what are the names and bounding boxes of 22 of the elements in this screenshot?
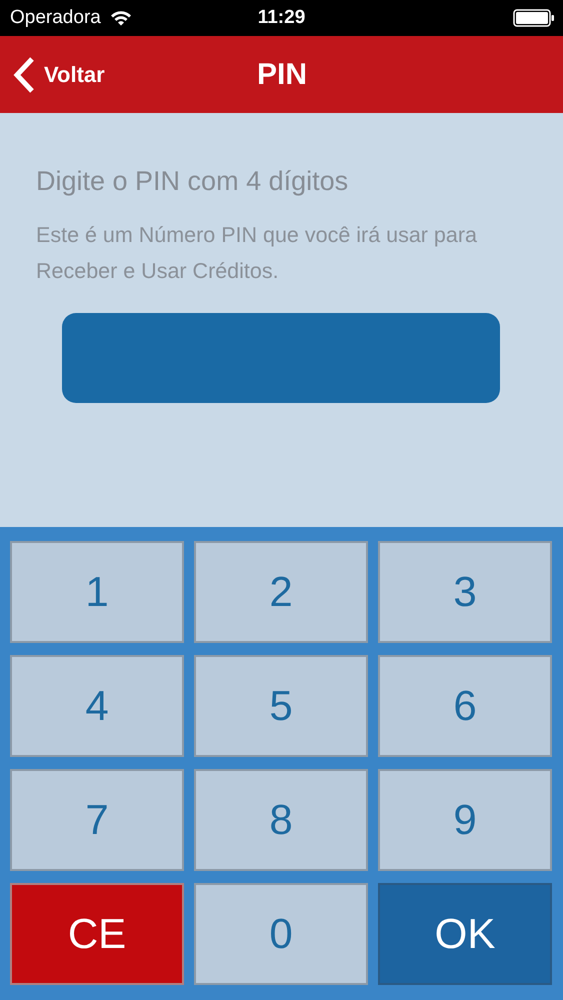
screen-title: PIN <box>256 58 308 92</box>
prompt-description: Este é um Número PIN que você irá usar para Receber e Usar Créditos. <box>36 222 478 285</box>
digit-key[interactable]: 6 <box>378 655 552 757</box>
digit-key[interactable]: 3 <box>378 541 552 643</box>
battery-icon <box>513 9 555 27</box>
digit-key[interactable]: 9 <box>378 769 552 871</box>
pin-field[interactable] <box>62 313 500 403</box>
digit-key[interactable]: 5 <box>194 655 368 757</box>
carrier-name: Operadora <box>10 7 101 29</box>
digit-key[interactable]: 1 <box>10 541 184 643</box>
digit-key[interactable]: 0 <box>194 883 368 985</box>
back-chevron-icon <box>12 56 36 94</box>
back-button[interactable]: Voltar <box>0 56 105 94</box>
clear-key[interactable]: CE <box>10 883 184 985</box>
wifi-icon <box>110 10 132 26</box>
digit-key[interactable]: 4 <box>10 655 184 757</box>
digit-key[interactable]: 7 <box>10 769 184 871</box>
digit-key[interactable]: 2 <box>194 541 368 643</box>
clock-time: 11:29 <box>256 7 306 29</box>
prompt-title: Digite o PIN com 4 dígitos <box>36 166 350 197</box>
digit-key[interactable]: 8 <box>194 769 368 871</box>
ok-key[interactable]: OK <box>378 883 552 985</box>
